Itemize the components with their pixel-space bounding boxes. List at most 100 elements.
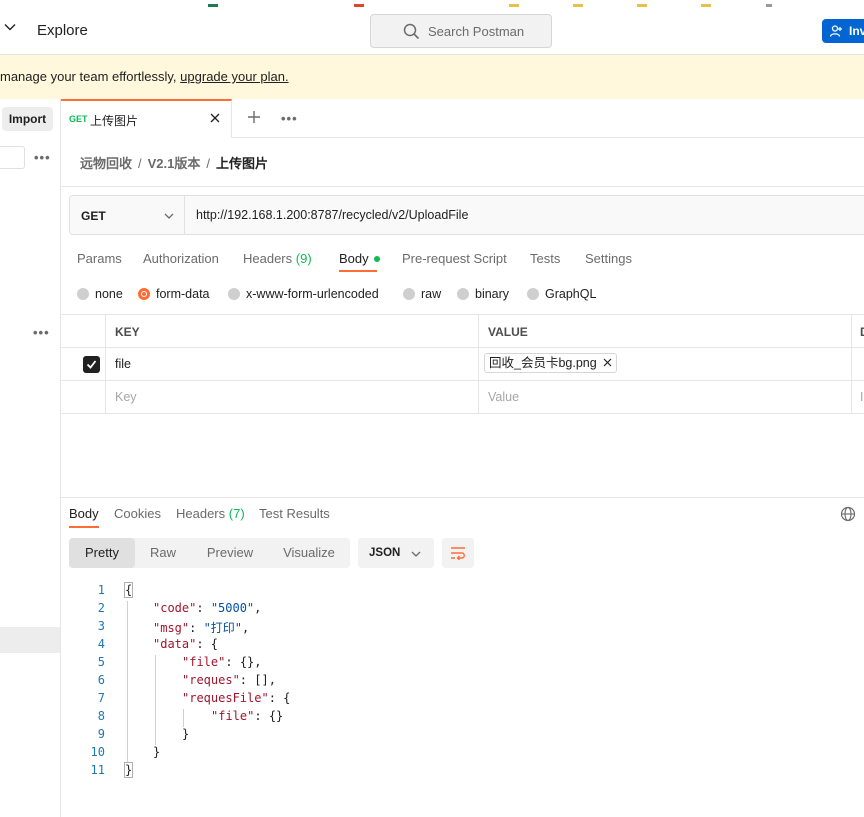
tab-tests[interactable]: Tests (530, 251, 560, 266)
more-options-icon[interactable]: ••• (33, 325, 50, 340)
key-cell[interactable]: file (105, 348, 478, 381)
tab-headers[interactable]: Headers (9) (243, 251, 312, 266)
view-visualize-button[interactable]: Visualize (273, 538, 345, 568)
chevron-down-icon[interactable] (3, 20, 17, 34)
active-tab-underline (69, 526, 99, 528)
divider (61, 186, 864, 187)
radio-binary[interactable]: binary (457, 287, 509, 301)
globe-icon[interactable] (840, 506, 856, 522)
radio-graphql[interactable]: GraphQL (527, 287, 596, 301)
top-bar: Explore Search Postman Invi (0, 0, 864, 55)
radio-none[interactable]: none (77, 287, 123, 301)
radio-circle (527, 287, 539, 300)
view-mode-group: Pretty Raw Preview Visualize (69, 538, 350, 568)
request-tab-strip: GET 上传图片 ••• (61, 99, 864, 138)
invite-button[interactable]: Invi (822, 19, 864, 43)
row-checkbox[interactable] (83, 356, 100, 373)
code-line: "data": { (153, 637, 219, 651)
radio-raw[interactable]: raw (403, 287, 441, 301)
banner-message: manage your team effortlessly, (0, 69, 181, 84)
line-number: 8 (97, 709, 105, 723)
radio-urlencoded[interactable]: x-www-form-urlencoded (228, 287, 379, 301)
response-tab-body[interactable]: Body (69, 506, 99, 521)
tab-mark (701, 4, 711, 7)
column-header-description: D (860, 325, 864, 339)
tab-prerequest-script[interactable]: Pre-request Script (402, 251, 507, 266)
breadcrumb-separator: / (206, 156, 211, 171)
breadcrumb-separator: / (138, 156, 142, 171)
radio-circle (403, 287, 415, 300)
response-headers-count: (7) (228, 506, 245, 521)
radio-circle (457, 287, 469, 300)
desc-cell[interactable] (851, 348, 864, 381)
radio-label: binary (475, 287, 510, 301)
view-preview-button[interactable]: Preview (195, 538, 265, 568)
line-number: 10 (90, 745, 105, 759)
radio-circle-selected (138, 287, 150, 300)
response-tab-headers[interactable]: Headers (7) (176, 506, 245, 521)
response-tab-test-results[interactable]: Test Results (259, 506, 330, 521)
method-select[interactable]: GET (70, 196, 185, 234)
url-bar: GET http://192.168.1.200:8787/recycled/v… (69, 195, 864, 235)
close-icon[interactable] (210, 113, 220, 123)
code-line: "msg": "打印", (153, 621, 250, 635)
banner-text: manage your team effortlessly, upgrade y… (0, 69, 289, 84)
radio-circle (228, 287, 240, 300)
desc-cell[interactable]: I (851, 381, 864, 414)
line-number: 7 (97, 691, 105, 705)
format-select[interactable]: JSON (358, 538, 434, 568)
plus-icon[interactable] (247, 110, 261, 124)
radio-form-data[interactable]: form-data (138, 287, 210, 301)
json-key: "file" (182, 655, 226, 669)
tab-mark (354, 4, 364, 7)
table-row: file 回收_会员卡bg.png (61, 348, 864, 381)
value-cell[interactable]: Value (478, 381, 851, 414)
explore-link[interactable]: Explore (37, 22, 88, 39)
table-row-empty: Key Value I (61, 381, 864, 414)
sidebar-selected-item[interactable] (0, 627, 60, 653)
line-number: 6 (97, 673, 105, 687)
line-number: 9 (97, 727, 105, 741)
response-tab-cookies[interactable]: Cookies (114, 506, 161, 521)
tab-settings[interactable]: Settings (585, 251, 632, 266)
remove-file-icon[interactable] (603, 358, 612, 367)
indent-guide (127, 601, 128, 763)
radio-label: GraphQL (545, 287, 597, 301)
tab-mark (637, 4, 647, 7)
method-label: GET (81, 209, 106, 223)
more-options-icon[interactable]: ••• (34, 150, 51, 165)
tab-authorization[interactable]: Authorization (143, 251, 219, 266)
upgrade-plan-link[interactable]: upgrade your plan. (180, 69, 288, 84)
request-tab[interactable]: GET 上传图片 (61, 99, 232, 138)
value-placeholder: Value (488, 390, 520, 404)
radio-label: none (95, 287, 123, 301)
header-desc-cell: D (851, 315, 864, 348)
json-key: "code" (153, 601, 197, 615)
key-cell[interactable]: Key (105, 381, 478, 414)
more-options-icon[interactable]: ••• (281, 111, 298, 126)
view-pretty-button[interactable]: Pretty (69, 538, 135, 568)
tab-params[interactable]: Params (77, 251, 122, 266)
view-raw-button[interactable]: Raw (135, 538, 191, 568)
code-line: { (123, 582, 134, 598)
add-person-icon (829, 25, 842, 37)
file-tag[interactable]: 回收_会员卡bg.png (484, 353, 617, 373)
url-input[interactable]: http://192.168.1.200:8787/recycled/v2/Up… (196, 208, 468, 222)
breadcrumb-item[interactable]: 远物回收 (80, 156, 132, 171)
tab-body[interactable]: Body (339, 251, 380, 266)
breadcrumb-item[interactable]: V2.1版本 (148, 156, 201, 171)
import-button[interactable]: Import (2, 107, 53, 131)
line-number: 2 (97, 601, 105, 615)
breadcrumb-current[interactable]: 上传图片 (216, 156, 268, 171)
invite-label: Invi (849, 24, 864, 38)
json-key: "data" (153, 637, 197, 651)
radio-label: form-data (156, 287, 210, 301)
brace: } (123, 762, 134, 778)
sidebar-filter-input[interactable] (0, 146, 25, 169)
search-box[interactable]: Search Postman (370, 14, 552, 48)
tab-mark (509, 4, 519, 7)
value-cell[interactable]: 回收_会员卡bg.png (478, 348, 851, 381)
file-name: 回收_会员卡bg.png (489, 356, 597, 370)
column-header-value: VALUE (488, 325, 528, 339)
wrap-lines-button[interactable] (442, 538, 474, 568)
